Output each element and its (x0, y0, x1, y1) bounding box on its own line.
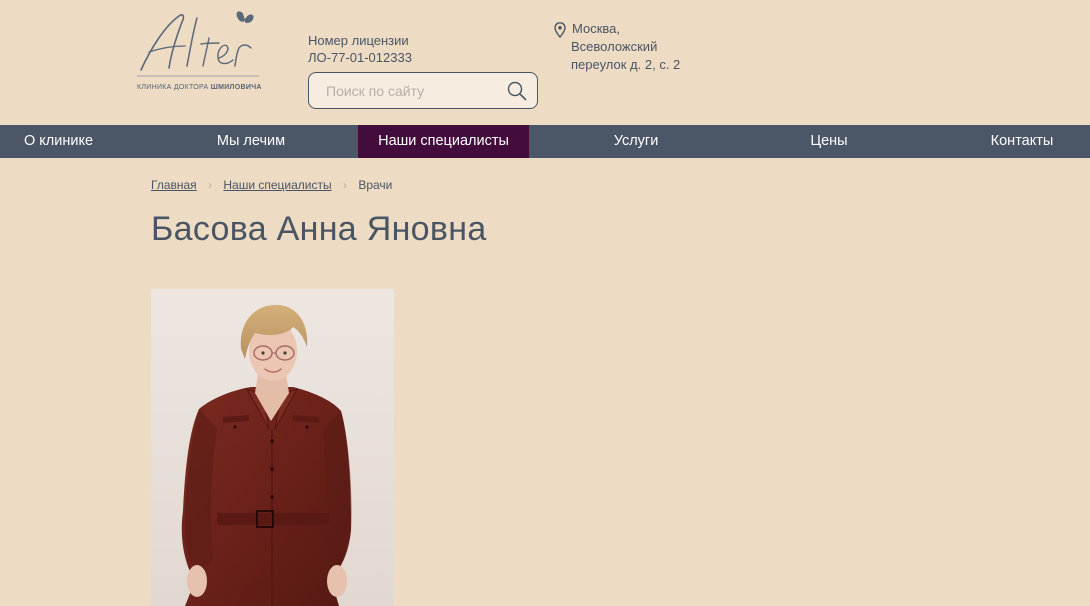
address-line-3: переулок д. 2, с. 2 (571, 57, 681, 72)
search-icon[interactable] (507, 81, 527, 101)
breadcrumb-separator: › (342, 178, 347, 192)
main-nav: О клинике Мы лечим Наши специалисты Услу… (0, 125, 1090, 158)
search-input[interactable] (326, 73, 501, 108)
license-number: ЛО-77-01-012333 (308, 50, 412, 65)
breadcrumb-specialists-link[interactable]: Наши специалисты (223, 178, 331, 192)
license-info: Номер лицензии ЛО-77-01-012333 (308, 32, 412, 66)
breadcrumb-current: Врачи (358, 178, 393, 192)
doctor-portrait-image (151, 289, 394, 606)
breadcrumb: Главная › Наши специалисты › Врачи (151, 178, 392, 192)
site-search (308, 72, 538, 109)
nav-item-services[interactable]: Услуги (586, 125, 686, 158)
license-label: Номер лицензии (308, 33, 409, 48)
nav-item-contacts[interactable]: Контакты (975, 125, 1069, 158)
doctor-photo (151, 289, 394, 606)
clinic-address: Москва, Всеволожский переулок д. 2, с. 2 (554, 20, 680, 74)
address-line-2: Всеволожский (571, 39, 658, 54)
breadcrumb-separator: › (208, 178, 213, 192)
logo-wordmark-icon (137, 11, 259, 77)
nav-item-specialists[interactable]: Наши специалисты (358, 125, 529, 158)
address-line-1: Москва, (572, 21, 620, 36)
nav-item-we-treat[interactable]: Мы лечим (186, 125, 316, 158)
location-pin-icon (554, 22, 566, 38)
nav-item-prices[interactable]: Цены (790, 125, 868, 158)
breadcrumb-home-link[interactable]: Главная (151, 178, 197, 192)
page-title: Басова Анна Яновна (151, 210, 487, 248)
logo-subtitle: КЛИНИКА ДОКТОРА ШМИЛОВИЧА (137, 84, 262, 91)
site-header: КЛИНИКА ДОКТОРА ШМИЛОВИЧА Номер лицензии… (0, 0, 1090, 125)
clinic-logo[interactable]: КЛИНИКА ДОКТОРА ШМИЛОВИЧА (135, 8, 265, 98)
nav-item-about[interactable]: О клинике (0, 125, 117, 158)
